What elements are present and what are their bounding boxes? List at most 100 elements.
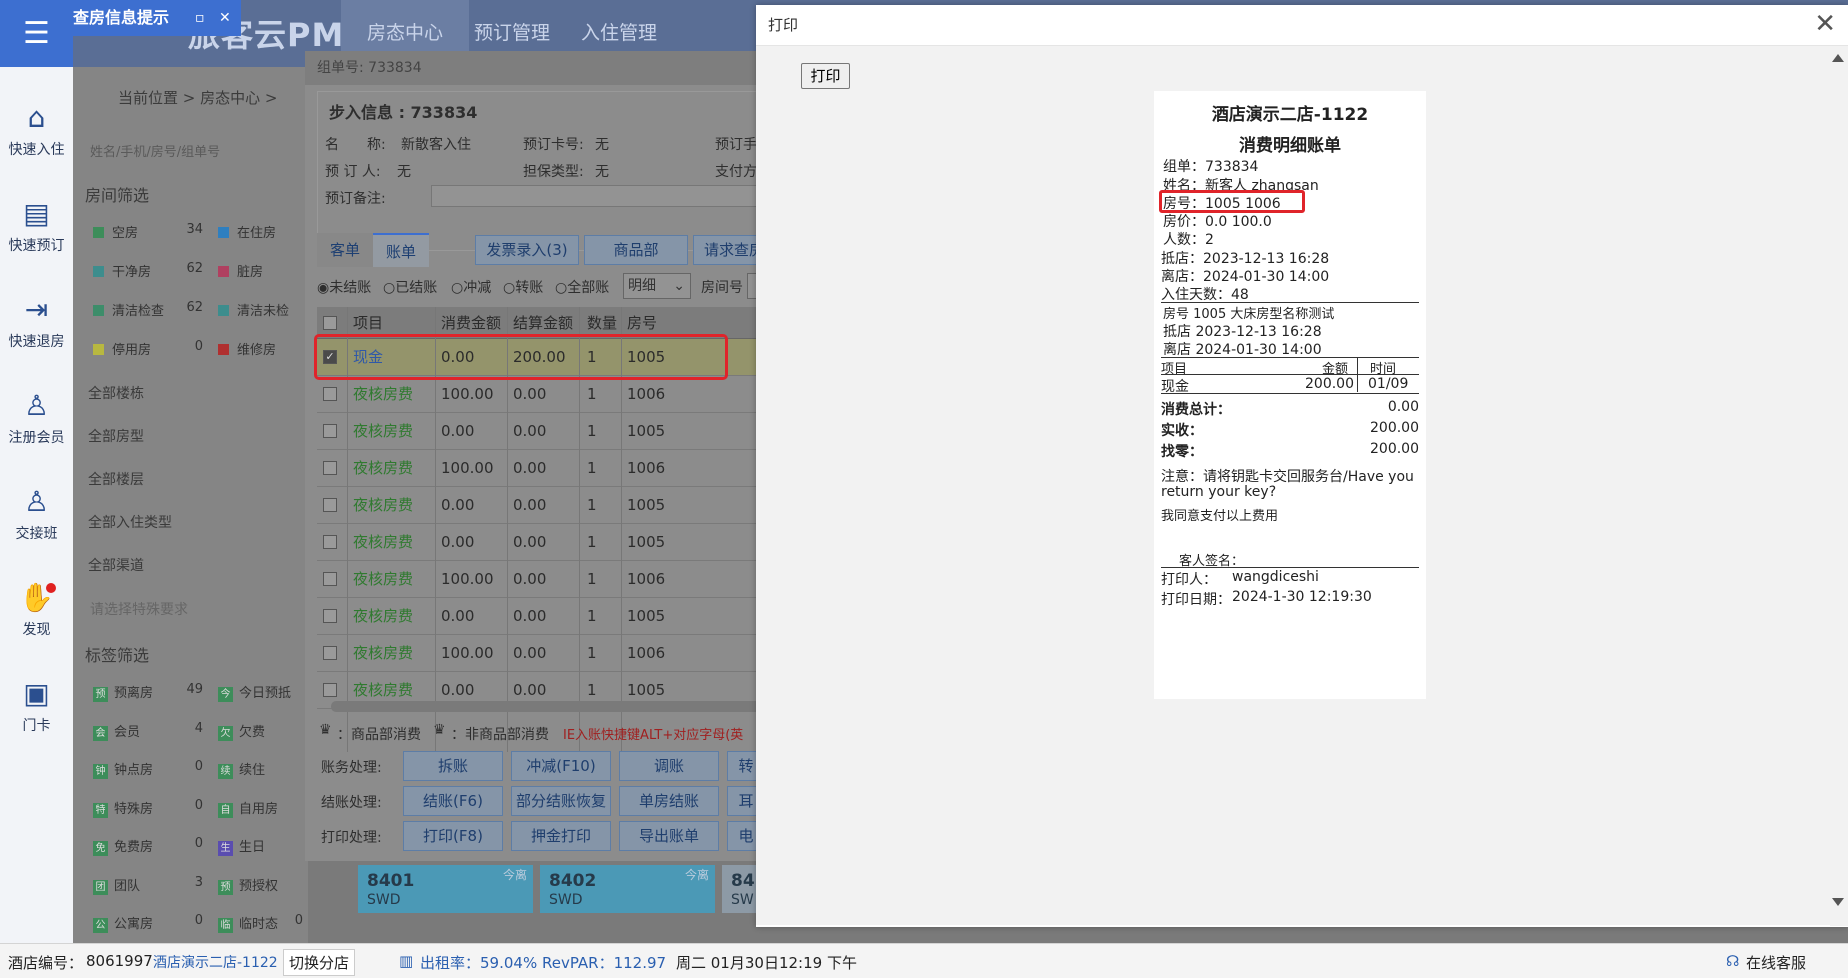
switch-branch-button[interactable]: 切换分店 [283, 949, 356, 976]
adjust-button[interactable]: 调账 [619, 751, 719, 781]
goods-dept-button[interactable]: 商品部 [584, 235, 688, 265]
row-checkbox[interactable] [323, 572, 337, 586]
table-row[interactable]: 夜核房费 0.00 0.00 1 1005 [317, 524, 765, 561]
nav-door-card[interactable]: ▣ 门卡 [0, 659, 73, 755]
status-clean-check[interactable]: 清洁检查 62 [93, 300, 203, 319]
tab-guest[interactable]: 客单 [317, 233, 373, 267]
remark-input[interactable] [431, 185, 765, 207]
request-room-check-button[interactable]: 请求查房 [693, 235, 765, 265]
status-clean-unchecked[interactable]: 清洁未检 [218, 300, 303, 319]
special-request-select[interactable]: 请选择特殊要求 [90, 599, 188, 619]
close-icon[interactable]: ✕ [1814, 9, 1836, 39]
row-checkbox[interactable] [323, 535, 337, 549]
table-row[interactable]: 夜核房费 100.00 0.00 1 1006 [317, 561, 765, 598]
row-checkbox[interactable] [323, 609, 337, 623]
status-disabled[interactable]: 停用房 0 [93, 339, 203, 358]
tag-label: 特殊房 [114, 801, 154, 817]
tag-filter-item[interactable]: 预预离房 49 [93, 682, 203, 702]
nav-register-member[interactable]: ♙ 注册会员 [0, 371, 73, 467]
select-all-checkbox[interactable] [323, 316, 337, 330]
nav-quick-checkout[interactable]: ⇥ 快速退房 [0, 275, 73, 371]
table-row[interactable]: 夜核房费 0.00 0.00 1 1005 [317, 487, 765, 524]
horizontal-scrollbar[interactable] [331, 701, 765, 712]
row-item[interactable]: 夜核房费 [353, 524, 413, 560]
row-checkbox[interactable] [323, 461, 337, 475]
print-button[interactable]: 打印 [801, 63, 850, 89]
row-checkbox[interactable] [323, 387, 337, 401]
table-row[interactable]: 夜核房费 100.00 0.00 1 1006 [317, 376, 765, 413]
tag-filter-item[interactable]: 生生日 [218, 836, 303, 856]
row-item[interactable]: 夜核房费 [353, 561, 413, 597]
status-empty[interactable]: 空房 34 [93, 222, 203, 241]
table-row[interactable]: 夜核房费 0.00 0.00 1 1005 [317, 413, 765, 450]
tag-filter-item[interactable]: 会会员 4 [93, 721, 203, 741]
scroll-up-icon[interactable] [1832, 54, 1844, 62]
split-button[interactable]: 拆账 [403, 751, 503, 781]
close-icon[interactable]: ✕ [219, 0, 231, 36]
status-occupied[interactable]: 在住房 [218, 222, 303, 241]
scroll-down-icon[interactable] [1832, 898, 1844, 906]
filter-settled[interactable]: ○已结账 [383, 277, 437, 297]
tag-filter-item[interactable]: 续续住 [218, 759, 303, 779]
row-checkbox[interactable] [323, 683, 337, 697]
row-item[interactable]: 夜核房费 [353, 450, 413, 486]
channel-dropdown[interactable]: 全部渠道 [88, 555, 144, 575]
floor-dropdown[interactable]: 全部楼层 [88, 469, 144, 489]
checkin-type-dropdown[interactable]: 全部入住类型 [88, 512, 172, 532]
table-row[interactable]: 夜核房费 0.00 0.00 1 1005 [317, 598, 765, 635]
search-input[interactable]: 姓名/手机/房号/组单号 [90, 141, 220, 160]
building-dropdown[interactable]: 全部楼栋 [88, 383, 144, 403]
invoice-entry-button[interactable]: 发票录入(3) [475, 235, 579, 265]
tag-filter-item[interactable]: 欠欠费 [218, 721, 303, 741]
row-checkbox[interactable] [323, 646, 337, 660]
deposit-print-button[interactable]: 押金打印 [511, 821, 611, 851]
row-checkbox[interactable] [323, 424, 337, 438]
row-checkbox[interactable] [323, 498, 337, 512]
room-type-dropdown[interactable]: 全部房型 [88, 426, 144, 446]
table-row[interactable]: 夜核房费 100.00 0.00 1 1006 [317, 450, 765, 487]
nav-shift-handover[interactable]: ♙ 交接班 [0, 467, 73, 563]
nav-discover[interactable]: ✋ 发现 [0, 563, 73, 659]
detail-select[interactable]: 明细 ⌄ [623, 273, 691, 299]
row-item[interactable]: 夜核房费 [353, 413, 413, 449]
row-item[interactable]: 夜核房费 [353, 487, 413, 523]
menu-icon[interactable]: ☰ [0, 0, 73, 67]
status-dirty[interactable]: 脏房 [218, 261, 303, 280]
tag-filter-item[interactable]: 今今日预抵 [218, 682, 303, 702]
room-card-8401[interactable]: 8401 SWD 今离 [358, 865, 533, 913]
tag-filter-item[interactable]: 特特殊房 0 [93, 798, 203, 818]
tag-filter-item[interactable]: 免免费房 0 [93, 836, 203, 856]
print-f8-button[interactable]: 打印(F8) [403, 821, 503, 851]
tag-filter-item[interactable]: 预预授权 [218, 875, 303, 895]
datetime: 周二 01月30日12:19 下午 [676, 954, 857, 972]
tag-filter-item[interactable]: 自自用房 [218, 798, 303, 818]
offset-button[interactable]: 冲减(F10) [511, 751, 611, 781]
tab-bill[interactable]: 账单 [373, 233, 429, 267]
tag-filter-item[interactable]: 临临时态 0 [218, 913, 303, 933]
filter-offset[interactable]: ○冲减 [451, 277, 491, 297]
tag-filter-item[interactable]: 公公寓房 0 [93, 913, 203, 933]
nav-quick-checkin[interactable]: ⌂ 快速入住 [0, 83, 73, 179]
row-item[interactable]: 夜核房费 [353, 376, 413, 412]
row-room: 1005 [627, 496, 666, 514]
room-card-8402[interactable]: 8402 SWD 今离 [540, 865, 715, 913]
vertical-scrollbar[interactable] [1830, 46, 1848, 926]
single-room-checkout-button[interactable]: 单房结账 [619, 786, 719, 816]
filter-transfer[interactable]: ○转账 [503, 277, 543, 297]
filter-all[interactable]: ○全部账 [555, 277, 609, 297]
minimize-icon[interactable]: ▫ [195, 0, 205, 36]
table-row[interactable]: 夜核房费 100.00 0.00 1 1006 [317, 635, 765, 672]
nav-quick-booking[interactable]: ▤ 快速预订 [0, 179, 73, 275]
status-repair[interactable]: 维修房 [218, 339, 303, 358]
tag-filter-item[interactable]: 团团队 3 [93, 875, 203, 895]
filter-unsettled[interactable]: ◉未结账 [317, 277, 371, 297]
checkout-button[interactable]: 结账(F6) [403, 786, 503, 816]
tag-filter-item[interactable]: 钟钟点房 0 [93, 759, 203, 779]
row-item[interactable]: 夜核房费 [353, 635, 413, 671]
room-check-tip-tab[interactable]: 查房信息提示 ▫ ✕ [73, 0, 241, 36]
online-service-link[interactable]: 在线客服 [1746, 952, 1806, 973]
status-clean[interactable]: 干净房 62 [93, 261, 203, 280]
export-bill-button[interactable]: 导出账单 [619, 821, 719, 851]
partial-restore-button[interactable]: 部分结账恢复 [511, 786, 611, 816]
row-item[interactable]: 夜核房费 [353, 598, 413, 634]
